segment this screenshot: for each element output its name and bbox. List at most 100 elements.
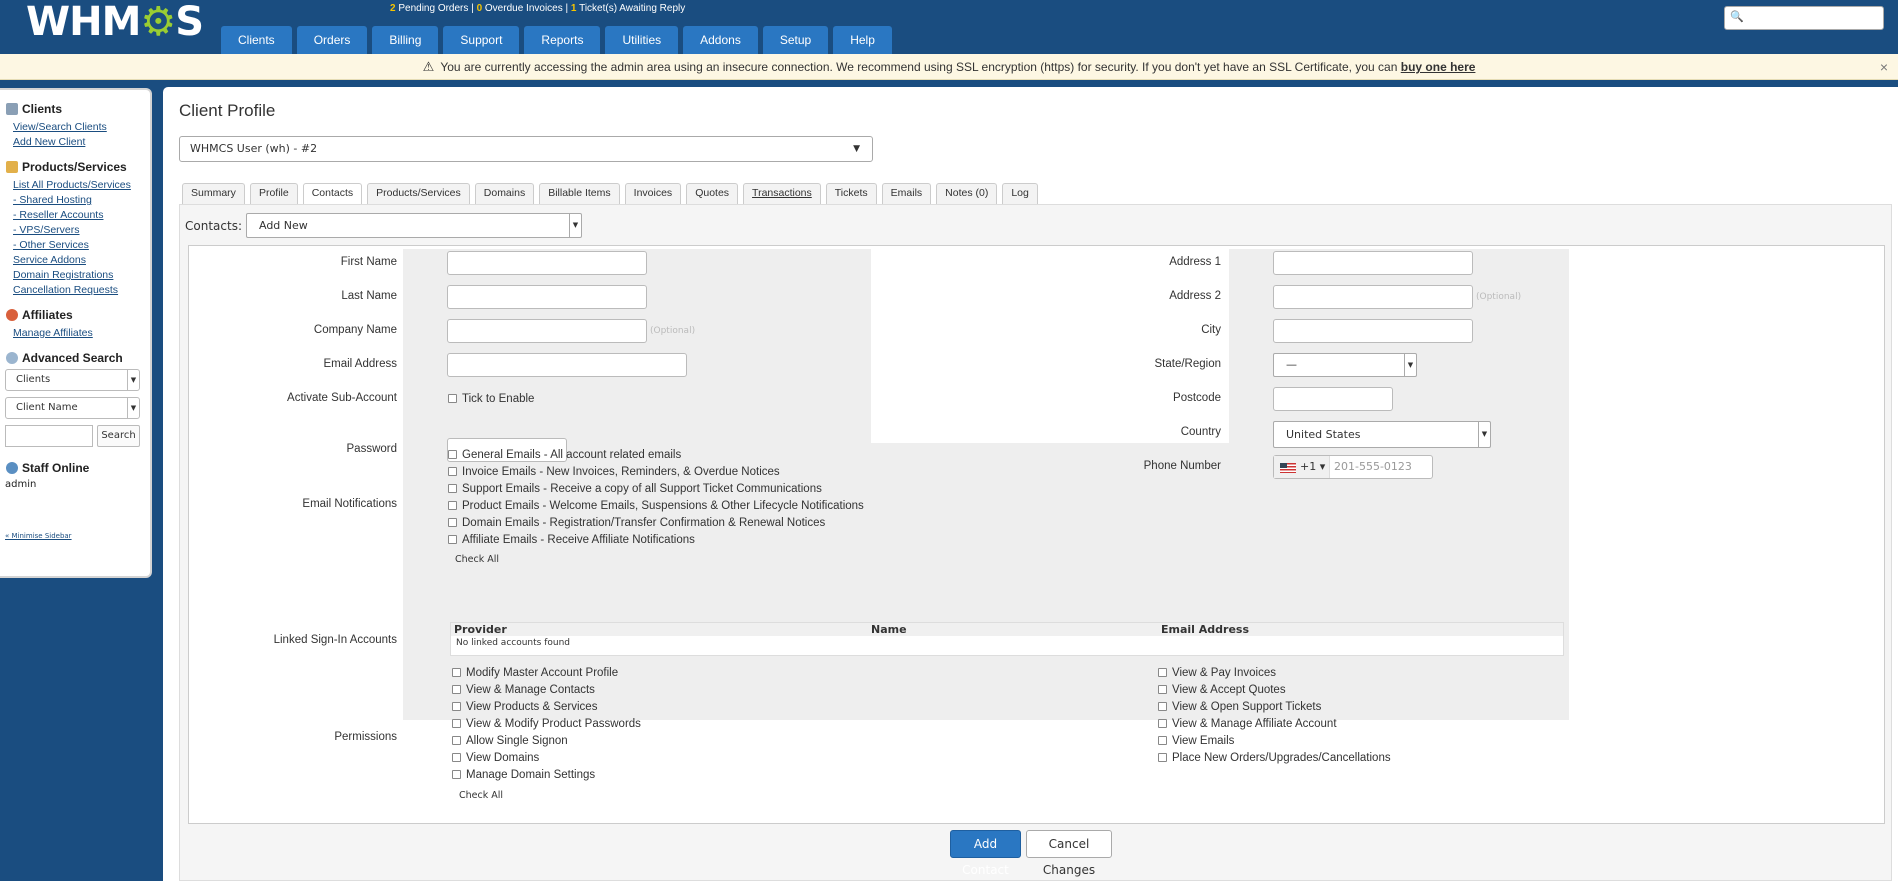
- permission-view-emails[interactable]: View Emails: [1158, 735, 1234, 747]
- country-code-picker[interactable]: +1 ▾: [1274, 456, 1330, 478]
- sidebar-link-manage-affiliates[interactable]: Manage Affiliates: [0, 326, 150, 341]
- country-select[interactable]: United States ▼: [1273, 421, 1491, 448]
- notifications-check-all[interactable]: Check All: [455, 554, 499, 565]
- tab-contacts[interactable]: Contacts: [302, 183, 363, 205]
- sidebar-link-other-services[interactable]: - Other Services: [0, 238, 150, 253]
- checkbox-icon[interactable]: [452, 770, 461, 780]
- tickets-count[interactable]: 1: [571, 3, 577, 14]
- whmcs-logo[interactable]: WHM⚙S: [26, 0, 204, 44]
- sidebar-link-shared-hosting[interactable]: - Shared Hosting: [0, 193, 150, 208]
- notification-general[interactable]: General Emails - All account related ema…: [448, 449, 681, 461]
- overdue-invoices-count[interactable]: 0: [477, 3, 483, 14]
- tickets-label[interactable]: Ticket(s) Awaiting Reply: [579, 3, 685, 14]
- permissions-check-all[interactable]: Check All: [459, 790, 503, 801]
- checkbox-icon[interactable]: [448, 484, 457, 494]
- minimise-sidebar-link[interactable]: « Minimise Sidebar: [0, 532, 150, 540]
- permission-modify-master[interactable]: Modify Master Account Profile: [452, 667, 618, 679]
- tab-products-services[interactable]: Products/Services: [367, 183, 470, 204]
- notification-product[interactable]: Product Emails - Welcome Emails, Suspens…: [448, 500, 864, 512]
- advanced-search-button[interactable]: Search: [97, 425, 140, 447]
- sidebar-link-service-addons[interactable]: Service Addons: [0, 253, 150, 268]
- state-region-select[interactable]: — ▼: [1273, 353, 1417, 377]
- checkbox-icon[interactable]: [452, 668, 461, 678]
- permission-affiliate-account[interactable]: View & Manage Affiliate Account: [1158, 718, 1337, 730]
- checkbox-icon[interactable]: [1158, 736, 1167, 746]
- nav-clients[interactable]: Clients: [221, 26, 292, 54]
- checkbox-icon[interactable]: [452, 736, 461, 746]
- checkbox-icon[interactable]: [448, 394, 457, 404]
- nav-utilities[interactable]: Utilities: [605, 26, 679, 54]
- checkbox-icon[interactable]: [1158, 668, 1167, 678]
- address2-input[interactable]: [1273, 285, 1473, 309]
- nav-setup[interactable]: Setup: [762, 26, 829, 54]
- phone-number-input[interactable]: +1 ▾ 201-555-0123: [1273, 455, 1433, 479]
- add-contact-button[interactable]: Add Contact: [950, 830, 1021, 877]
- permission-single-signon[interactable]: Allow Single Signon: [452, 735, 568, 747]
- first-name-input[interactable]: [447, 251, 647, 275]
- checkbox-icon[interactable]: [1158, 753, 1167, 763]
- tab-invoices[interactable]: Invoices: [624, 183, 682, 204]
- nav-addons[interactable]: Addons: [683, 26, 758, 54]
- permission-manage-contacts[interactable]: View & Manage Contacts: [452, 684, 595, 696]
- tab-billable-items[interactable]: Billable Items: [539, 183, 620, 204]
- checkbox-icon[interactable]: [448, 535, 457, 545]
- sidebar-link-domain-registrations[interactable]: Domain Registrations: [0, 268, 150, 283]
- pending-orders-count[interactable]: 2: [390, 3, 396, 14]
- advanced-search-type-select[interactable]: Clients ▼: [5, 369, 140, 391]
- city-input[interactable]: [1273, 319, 1473, 343]
- company-name-input[interactable]: [447, 319, 647, 343]
- permission-view-domains[interactable]: View Domains: [452, 752, 539, 764]
- email-address-input[interactable]: [447, 353, 687, 377]
- tab-summary[interactable]: Summary: [182, 183, 245, 204]
- notification-affiliate[interactable]: Affiliate Emails - Receive Affiliate Not…: [448, 534, 695, 546]
- permission-view-products[interactable]: View Products & Services: [452, 701, 597, 713]
- nav-support[interactable]: Support: [443, 26, 520, 54]
- pending-orders-label[interactable]: Pending Orders: [398, 3, 468, 14]
- tab-transactions[interactable]: Transactions: [743, 183, 821, 204]
- last-name-input[interactable]: [447, 285, 647, 309]
- permission-support-tickets[interactable]: View & Open Support Tickets: [1158, 701, 1321, 713]
- checkbox-icon[interactable]: [452, 702, 461, 712]
- checkbox-icon[interactable]: [448, 450, 457, 460]
- sidebar-link-list-all-products[interactable]: List All Products/Services: [0, 178, 150, 193]
- checkbox-icon[interactable]: [1158, 702, 1167, 712]
- tab-log[interactable]: Log: [1002, 183, 1038, 204]
- global-search[interactable]: 🔍: [1724, 6, 1884, 30]
- checkbox-icon[interactable]: [452, 719, 461, 729]
- sidebar-link-cancellation-requests[interactable]: Cancellation Requests: [0, 283, 150, 298]
- buy-ssl-link[interactable]: buy one here: [1401, 60, 1476, 74]
- advanced-search-field-select[interactable]: Client Name ▼: [5, 397, 140, 419]
- permission-product-passwords[interactable]: View & Modify Product Passwords: [452, 718, 641, 730]
- client-select[interactable]: WHMCS User (wh) - #2 ▼: [179, 136, 873, 162]
- checkbox-icon[interactable]: [448, 501, 457, 511]
- tab-domains[interactable]: Domains: [474, 183, 535, 204]
- checkbox-icon[interactable]: [452, 685, 461, 695]
- cancel-changes-button[interactable]: Cancel Changes: [1026, 830, 1112, 877]
- notification-domain[interactable]: Domain Emails - Registration/Transfer Co…: [448, 517, 825, 529]
- permission-domain-settings[interactable]: Manage Domain Settings: [452, 769, 595, 781]
- permission-accept-quotes[interactable]: View & Accept Quotes: [1158, 684, 1286, 696]
- checkbox-icon[interactable]: [1158, 685, 1167, 695]
- nav-reports[interactable]: Reports: [524, 26, 601, 54]
- permission-place-orders[interactable]: Place New Orders/Upgrades/Cancellations: [1158, 752, 1391, 764]
- nav-orders[interactable]: Orders: [296, 26, 368, 54]
- tab-profile[interactable]: Profile: [249, 183, 298, 204]
- checkbox-icon[interactable]: [448, 467, 457, 477]
- nav-help[interactable]: Help: [833, 26, 892, 54]
- tab-emails[interactable]: Emails: [881, 183, 932, 204]
- tab-tickets[interactable]: Tickets: [825, 183, 877, 204]
- activate-sub-account-checkbox[interactable]: Tick to Enable: [448, 393, 534, 405]
- sidebar-link-add-new-client[interactable]: Add New Client: [0, 135, 150, 150]
- overdue-invoices-label[interactable]: Overdue Invoices: [485, 3, 563, 14]
- close-icon[interactable]: ×: [1880, 54, 1888, 80]
- permission-pay-invoices[interactable]: View & Pay Invoices: [1158, 667, 1276, 679]
- global-search-input[interactable]: [1745, 9, 1879, 27]
- notification-support[interactable]: Support Emails - Receive a copy of all S…: [448, 483, 822, 495]
- address1-input[interactable]: [1273, 251, 1473, 275]
- postcode-input[interactable]: [1273, 387, 1393, 411]
- advanced-search-input[interactable]: [5, 425, 93, 447]
- tab-notes[interactable]: Notes (0): [936, 183, 998, 204]
- nav-billing[interactable]: Billing: [372, 26, 439, 54]
- contacts-select[interactable]: Add New ▼: [245, 213, 582, 238]
- tab-quotes[interactable]: Quotes: [686, 183, 739, 204]
